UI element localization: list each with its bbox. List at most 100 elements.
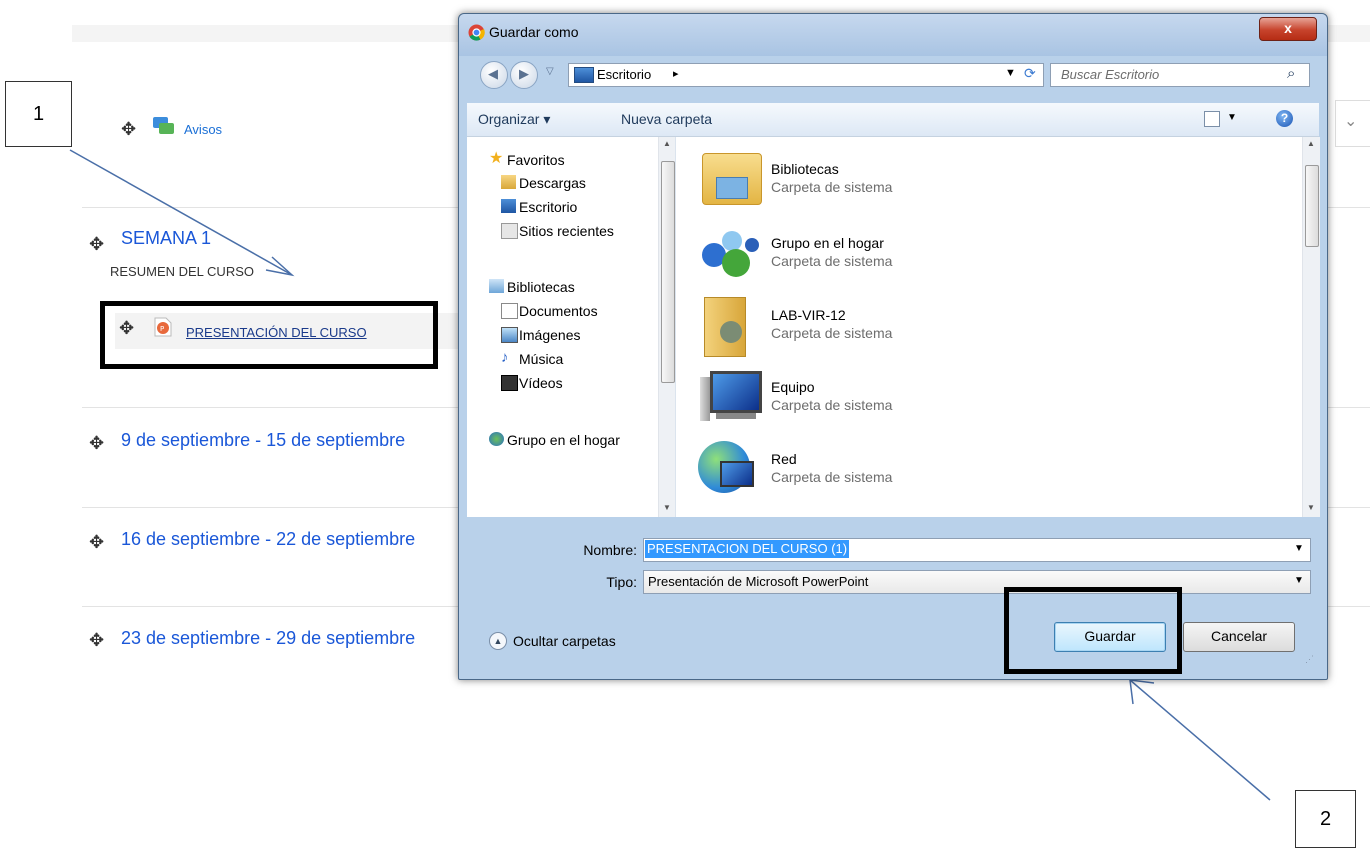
nav-music-label: Música bbox=[519, 351, 564, 367]
move-icon[interactable]: ✥ bbox=[89, 534, 104, 552]
move-icon[interactable]: ✥ bbox=[121, 121, 136, 139]
collapse-icon: ▲ bbox=[489, 632, 507, 650]
nav-libraries-label: Bibliotecas bbox=[507, 279, 575, 295]
view-options-icon[interactable] bbox=[1204, 111, 1220, 127]
forward-arrow-icon: ▶ bbox=[519, 66, 529, 81]
week-title[interactable]: 23 de septiembre - 29 de septiembre bbox=[121, 628, 415, 649]
chrome-icon bbox=[468, 24, 485, 41]
filetype-dropdown-icon[interactable]: ▼ bbox=[1294, 575, 1304, 586]
recent-locations-icon[interactable]: ▽ bbox=[546, 66, 554, 77]
cancel-button[interactable]: Cancelar bbox=[1183, 622, 1295, 652]
nav-recent-places[interactable]: Sitios recientes bbox=[501, 221, 614, 241]
help-icon[interactable]: ? bbox=[1276, 110, 1293, 127]
hide-folders-label: Ocultar carpetas bbox=[513, 633, 616, 649]
videos-icon bbox=[501, 375, 518, 391]
recent-places-icon bbox=[501, 223, 518, 239]
refresh-icon[interactable]: ⟳ bbox=[1024, 65, 1036, 82]
new-folder-button[interactable]: Nueva carpeta bbox=[621, 111, 712, 127]
file-name: Red bbox=[771, 451, 797, 467]
week-title[interactable]: 16 de septiembre - 22 de septiembre bbox=[121, 529, 415, 550]
libraries-folder-icon-detail bbox=[716, 177, 748, 199]
address-location[interactable]: Escritorio bbox=[597, 67, 651, 82]
dropdown-edge[interactable]: ⌄ bbox=[1335, 100, 1370, 147]
file-item[interactable]: Grupo en el hogar Carpeta de sistema bbox=[686, 223, 1286, 287]
announcements-link[interactable]: Avisos bbox=[184, 122, 222, 137]
address-bar[interactable]: Escritorio ▸ ▼ ⟳ bbox=[568, 63, 1044, 87]
move-icon[interactable]: ✥ bbox=[89, 435, 104, 453]
nav-videos[interactable]: Vídeos bbox=[501, 373, 563, 393]
section-summary: RESUMEN DEL CURSO bbox=[110, 264, 254, 279]
address-dropdown-icon[interactable]: ▼ bbox=[1005, 67, 1016, 79]
file-item[interactable]: LAB-VIR-12 Carpeta de sistema bbox=[686, 295, 1286, 359]
nav-desktop[interactable]: Escritorio bbox=[501, 197, 578, 217]
user-folder-icon-person bbox=[720, 321, 742, 343]
callout-2: 2 bbox=[1295, 790, 1356, 848]
scroll-down-icon[interactable]: ▼ bbox=[1307, 503, 1315, 512]
filename-label: Nombre: bbox=[583, 542, 637, 558]
move-icon[interactable]: ✥ bbox=[89, 632, 104, 650]
scroll-up-icon[interactable]: ▲ bbox=[1307, 139, 1315, 148]
dialog-title: Guardar como bbox=[489, 24, 579, 40]
move-icon[interactable]: ✥ bbox=[89, 236, 104, 254]
save-options: Nombre: PRESENTACION DEL CURSO (1) ▼ Tip… bbox=[467, 518, 1319, 668]
address-separator[interactable]: ▸ bbox=[673, 67, 679, 80]
scrollbar-thumb[interactable] bbox=[1305, 165, 1319, 247]
navigation-scrollbar[interactable]: ▲ ▼ bbox=[658, 137, 676, 517]
scroll-down-icon[interactable]: ▼ bbox=[663, 503, 671, 512]
file-list-scrollbar[interactable]: ▲ ▼ bbox=[1302, 137, 1320, 517]
downloads-folder-icon bbox=[501, 175, 516, 189]
homegroup-icon bbox=[489, 432, 504, 446]
filetype-select[interactable]: Presentación de Microsoft PowerPoint ▼ bbox=[643, 570, 1311, 594]
nav-recent-places-label: Sitios recientes bbox=[519, 223, 614, 239]
file-item[interactable]: Bibliotecas Carpeta de sistema bbox=[686, 149, 1286, 213]
desktop-icon bbox=[574, 67, 594, 83]
chevron-down-icon: ⌄ bbox=[1344, 113, 1358, 130]
filename-value[interactable]: PRESENTACION DEL CURSO (1) bbox=[645, 540, 850, 558]
search-box[interactable]: Buscar Escritorio ⌕ bbox=[1050, 63, 1310, 87]
nav-desktop-label: Escritorio bbox=[519, 199, 578, 215]
file-list: Bibliotecas Carpeta de sistema Grupo en … bbox=[675, 137, 1320, 517]
forward-button[interactable]: ▶ bbox=[510, 61, 538, 89]
nav-libraries[interactable]: Bibliotecas bbox=[489, 277, 575, 297]
view-dropdown-icon[interactable]: ▼ bbox=[1227, 112, 1237, 123]
search-icon[interactable]: ⌕ bbox=[1287, 65, 1295, 82]
back-button[interactable]: ◀ bbox=[480, 61, 508, 89]
nav-documents[interactable]: Documentos bbox=[501, 301, 598, 321]
nav-pictures[interactable]: Imágenes bbox=[501, 325, 580, 345]
filetype-value[interactable]: Presentación de Microsoft PowerPoint bbox=[648, 574, 868, 589]
nav-music[interactable]: ♪ Música bbox=[501, 349, 564, 369]
nav-downloads[interactable]: Descargas bbox=[501, 173, 586, 193]
hide-folders-toggle[interactable]: ▲ Ocultar carpetas bbox=[489, 632, 639, 652]
star-icon: ★ bbox=[489, 150, 504, 167]
nav-favorites-label: Favoritos bbox=[507, 152, 565, 168]
dialog-titlebar[interactable] bbox=[459, 14, 1327, 56]
file-item[interactable]: Red Carpeta de sistema bbox=[686, 439, 1286, 503]
nav-videos-label: Vídeos bbox=[519, 375, 563, 391]
search-placeholder: Buscar Escritorio bbox=[1061, 67, 1160, 82]
filetype-label: Tipo: bbox=[606, 574, 637, 590]
scrollbar-thumb[interactable] bbox=[661, 161, 675, 383]
filename-dropdown-icon[interactable]: ▼ bbox=[1294, 543, 1304, 554]
desktop-icon bbox=[501, 199, 516, 213]
close-button[interactable]: x bbox=[1259, 17, 1317, 41]
section-title[interactable]: SEMANA 1 bbox=[121, 228, 211, 249]
resize-grip-icon[interactable]: ⋰ bbox=[1305, 654, 1314, 665]
highlight-box-resource bbox=[100, 301, 438, 369]
file-type: Carpeta de sistema bbox=[771, 179, 893, 195]
organize-menu[interactable]: Organizar ▾ bbox=[478, 111, 550, 128]
computer-icon-tower bbox=[700, 377, 710, 421]
forum-icon bbox=[153, 117, 174, 134]
homegroup-icon bbox=[702, 231, 759, 277]
week-title[interactable]: 9 de septiembre - 15 de septiembre bbox=[121, 430, 405, 451]
scroll-up-icon[interactable]: ▲ bbox=[663, 139, 671, 148]
nav-favorites[interactable]: ★ Favoritos bbox=[489, 150, 565, 170]
nav-downloads-label: Descargas bbox=[519, 175, 586, 191]
nav-homegroup[interactable]: Grupo en el hogar bbox=[489, 430, 620, 450]
filename-input[interactable]: PRESENTACION DEL CURSO (1) ▼ bbox=[643, 538, 1311, 562]
file-type: Carpeta de sistema bbox=[771, 397, 893, 413]
highlight-box-save bbox=[1004, 587, 1182, 674]
computer-icon bbox=[710, 371, 762, 413]
nav-documents-label: Documentos bbox=[519, 303, 598, 319]
libraries-icon bbox=[489, 279, 504, 293]
file-item[interactable]: Equipo Carpeta de sistema bbox=[686, 367, 1286, 431]
